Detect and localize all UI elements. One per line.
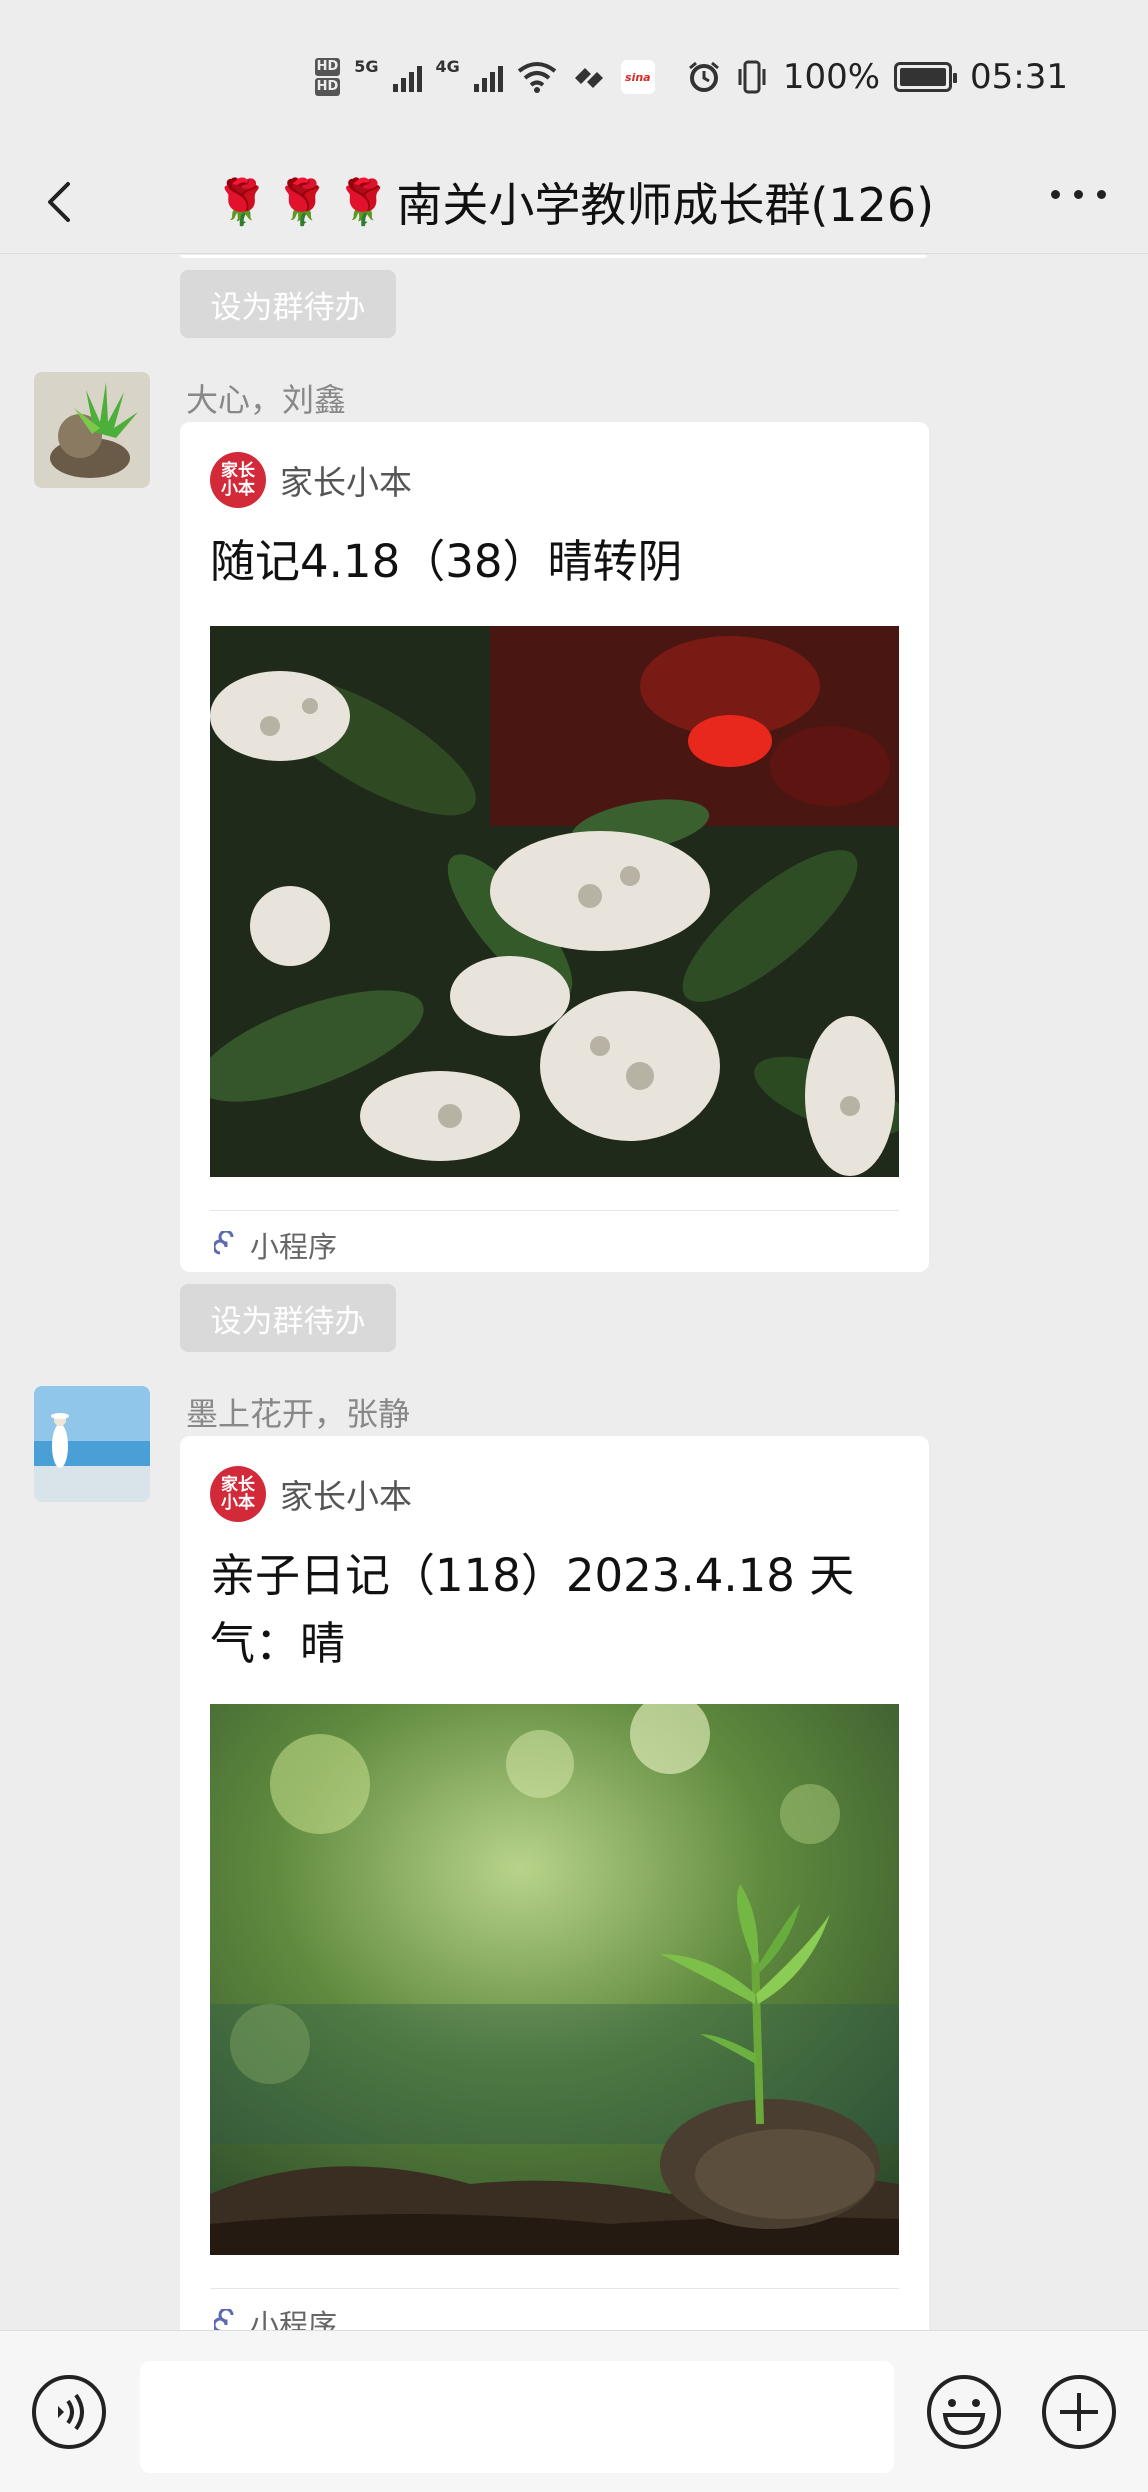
card-divider	[210, 1210, 899, 1211]
signal-5g-icon	[392, 62, 422, 92]
wifi-icon	[517, 62, 557, 93]
voice-icon[interactable]	[30, 2373, 108, 2451]
app-logo: 家长小本	[210, 1466, 266, 1522]
vibrate-icon	[738, 60, 766, 94]
sender-name: 墨上花开，张静	[186, 1395, 411, 1433]
input-bar	[0, 2330, 1148, 2492]
rose-icon: 🌹	[274, 177, 330, 228]
app-name: 家长小本	[280, 463, 412, 502]
mini-program-card[interactable]: 家长小本 家长小本 亲子日记（118）2023.4.18 天气：晴 小程序	[180, 1436, 929, 2330]
group-name: 南关小学教师成长群(126)	[396, 178, 935, 232]
rose-icon: 🌹	[335, 177, 391, 228]
beach-avatar-image	[34, 1386, 150, 1502]
status-icons: HD HD 5G 4G sina 100% 05:31	[314, 52, 1068, 102]
sender-name: 大心，刘鑫	[186, 381, 347, 419]
previous-card-edge	[180, 255, 927, 258]
avatar[interactable]	[34, 1386, 150, 1502]
avatar[interactable]	[34, 372, 150, 488]
rose-icon: 🌹	[213, 177, 269, 228]
mini-program-icon	[214, 1231, 234, 1255]
battery-icon	[894, 62, 958, 92]
card-divider	[210, 2288, 899, 2289]
chat-title: 🌹 🌹 🌹 南关小学教师成长群(126)	[0, 150, 1148, 254]
card-header: 家长小本 家长小本	[210, 1466, 412, 1522]
mini-program-icon	[214, 2309, 234, 2330]
title-bar: 🌹 🌹 🌹 南关小学教师成长群(126)	[0, 150, 1148, 254]
app-name: 家长小本	[280, 1477, 412, 1516]
sina-icon: sina	[620, 60, 655, 94]
alarm-icon	[688, 61, 719, 92]
emoji-icon[interactable]	[925, 2373, 1003, 2451]
flower-photo	[210, 626, 899, 1177]
more-options-icon[interactable]	[1051, 190, 1106, 199]
plus-icon[interactable]	[1040, 2373, 1118, 2451]
card-title: 随记4.18（38）晴转阴	[210, 535, 683, 588]
succulent-avatar-image	[34, 372, 150, 488]
mini-program-label: 小程序	[214, 1224, 337, 1266]
message-input[interactable]	[140, 2361, 894, 2473]
card-header: 家长小本 家长小本	[210, 452, 412, 508]
link-icon	[574, 68, 603, 88]
network-4g-label: 4G	[435, 57, 460, 76]
card-title: 亲子日记（118）2023.4.18 天气：晴	[210, 1549, 855, 1670]
sprout-photo	[210, 1704, 899, 2255]
network-5g-label: 5G	[354, 57, 379, 76]
status-bar: HD HD 5G 4G sina 100% 05:31	[0, 0, 1148, 150]
mini-program-card[interactable]: 家长小本 家长小本 随记4.18（38）晴转阴 小程序	[180, 422, 929, 1272]
clock: 05:31	[970, 57, 1068, 97]
hd-icon: HD HD	[314, 58, 341, 96]
mini-program-label: 小程序	[214, 2302, 337, 2330]
set-group-todo-button[interactable]: 设为群待办	[180, 270, 396, 338]
signal-4g-icon	[473, 62, 503, 92]
set-group-todo-button[interactable]: 设为群待办	[180, 1284, 396, 1352]
chat-area[interactable]: 设为群待办 大心，刘鑫 家长小本 家长小本 随记4.18（38）晴转阴 小程序 …	[0, 255, 1148, 2330]
app-logo: 家长小本	[210, 452, 266, 508]
battery-percent: 100%	[782, 57, 881, 97]
